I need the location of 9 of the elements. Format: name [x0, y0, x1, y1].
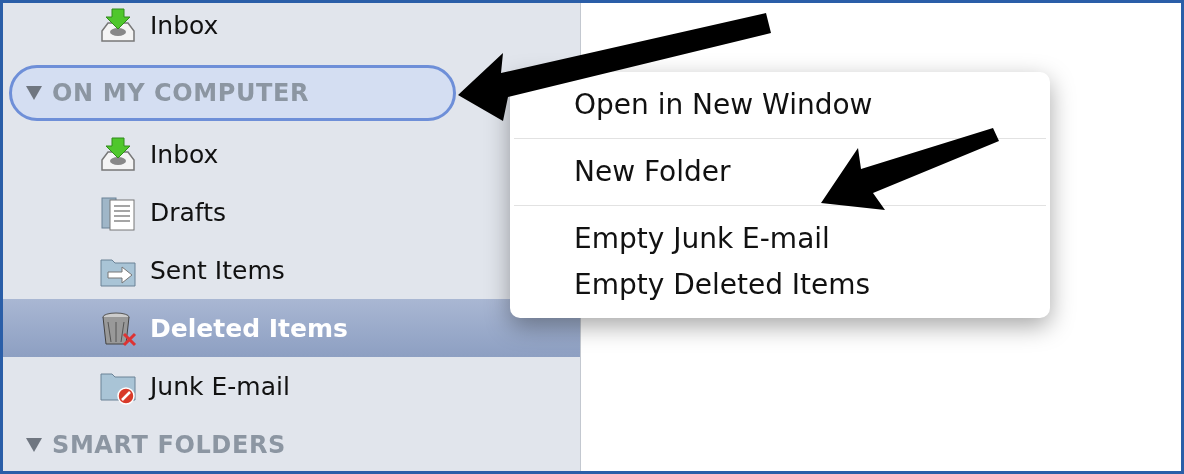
- disclosure-triangle-icon[interactable]: [26, 438, 42, 452]
- disclosure-triangle-icon[interactable]: [26, 86, 42, 100]
- folder-item[interactable]: Junk E-mail: [3, 357, 580, 415]
- inbox-tray-icon: [98, 134, 138, 174]
- menu-item[interactable]: Empty Junk E-mail: [574, 216, 830, 262]
- menu-item[interactable]: New Folder: [574, 149, 731, 195]
- inbox-tray-icon: [98, 5, 138, 45]
- folder-item[interactable]: Inbox: [3, 3, 580, 47]
- menu-item[interactable]: Open in New Window: [574, 82, 873, 128]
